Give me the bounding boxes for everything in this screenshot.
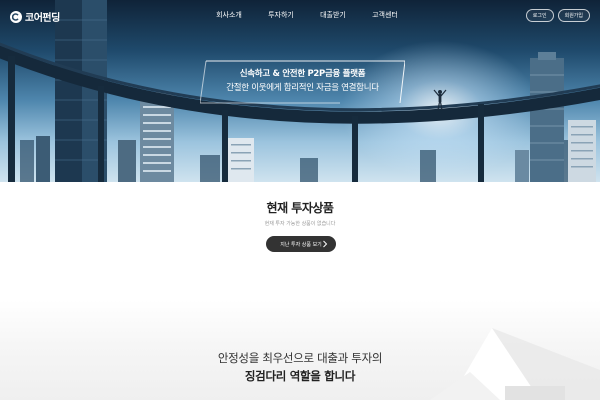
stability-section: 안정성을 최우선으로 대출과 투자의 징검다리 역할을 합니다 — [0, 300, 600, 400]
past-products-label: 지난 투자 상품 보기 — [280, 241, 322, 248]
current-products-section: 현재 투자상품 현재 투자 가능한 상품이 없습니다 지난 투자 상품 보기 — [0, 182, 600, 300]
nav-item-invest[interactable]: 투자하기 — [257, 10, 305, 20]
past-products-button[interactable]: 지난 투자 상품 보기 — [266, 236, 336, 252]
nav-item-support[interactable]: 고객센터 — [361, 10, 409, 20]
hero-headline: 신속하고 & 안전한 P2P금융 플랫폼 간절한 이웃에게 합리적인 자금을 연… — [200, 58, 405, 106]
stability-heading-line2: 징검다리 역할을 합니다 — [244, 369, 356, 383]
signup-button[interactable]: 회원가입 — [557, 9, 590, 22]
hero-headline-primary: 신속하고 & 안전한 P2P금융 플랫폼 — [239, 69, 366, 79]
hero-headline-secondary: 간절한 이웃에게 합리적인 자금을 연결합니다 — [226, 83, 379, 93]
hero-banner: 코어펀딩 회사소개 투자하기 대출받기 고객센터 로그인 회원가입 신속하고 &… — [0, 0, 600, 182]
stability-heading-line1: 안정성을 최우선으로 대출과 투자의 — [217, 351, 383, 365]
right-towers — [515, 52, 596, 182]
logo[interactable]: 코어펀딩 — [10, 9, 60, 24]
empty-state-text: 현재 투자 가능한 상품이 없습니다 — [264, 221, 336, 227]
section-title: 현재 투자상품 — [266, 201, 334, 215]
main-nav: 회사소개 투자하기 대출받기 고객센터 — [205, 10, 409, 20]
logo-text: 코어펀딩 — [25, 13, 60, 24]
logo-icon — [10, 10, 22, 23]
nav-item-company[interactable]: 회사소개 — [205, 10, 253, 20]
site-header: 코어펀딩 회사소개 투자하기 대출받기 고객센터 로그인 회원가입 — [0, 0, 600, 30]
auth-buttons: 로그인 회원가입 — [525, 9, 590, 22]
chevron-right-icon — [323, 240, 328, 248]
login-button[interactable]: 로그인 — [525, 9, 554, 22]
nav-item-loan[interactable]: 대출받기 — [309, 10, 357, 20]
